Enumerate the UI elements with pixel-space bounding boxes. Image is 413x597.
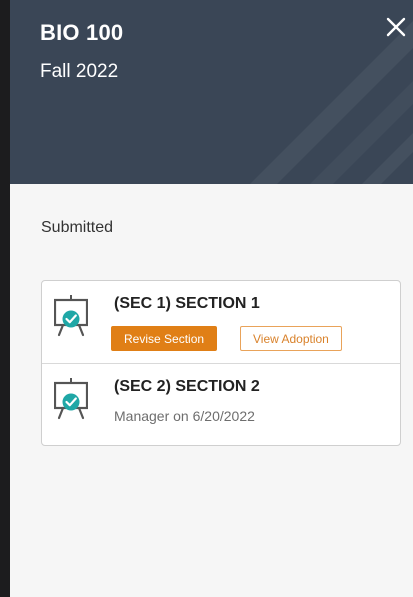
section-row: (SEC 1) SECTION 1 Revise Section View Ad…: [42, 281, 400, 363]
status-heading: Submitted: [41, 219, 114, 236]
presentation-check-icon: [54, 295, 88, 337]
section-row: (SEC 2) SECTION 2 Manager on 6/20/2022: [42, 363, 400, 445]
presentation-check-icon: [54, 378, 88, 420]
drawer-panel: BIO 100 Fall 2022 Submitted (SEC 1) SECT…: [0, 0, 413, 597]
close-button[interactable]: [383, 14, 409, 40]
section-list-card: (SEC 1) SECTION 1 Revise Section View Ad…: [41, 280, 401, 446]
backdrop-edge: [0, 0, 10, 597]
drawer-content: Submitted (SEC 1) SECTION 1 Revise Secti…: [10, 184, 413, 597]
course-term: Fall 2022: [40, 61, 119, 82]
course-title: BIO 100: [40, 20, 124, 45]
drawer-header: BIO 100 Fall 2022: [10, 0, 413, 184]
close-icon: [386, 17, 406, 37]
view-adoption-button[interactable]: View Adoption: [240, 326, 342, 351]
revise-section-button[interactable]: Revise Section: [111, 326, 218, 351]
section-title: (SEC 1) SECTION 1: [114, 295, 260, 312]
section-title: (SEC 2) SECTION 2: [114, 378, 260, 395]
section-status-text: Manager on 6/20/2022: [114, 408, 255, 424]
